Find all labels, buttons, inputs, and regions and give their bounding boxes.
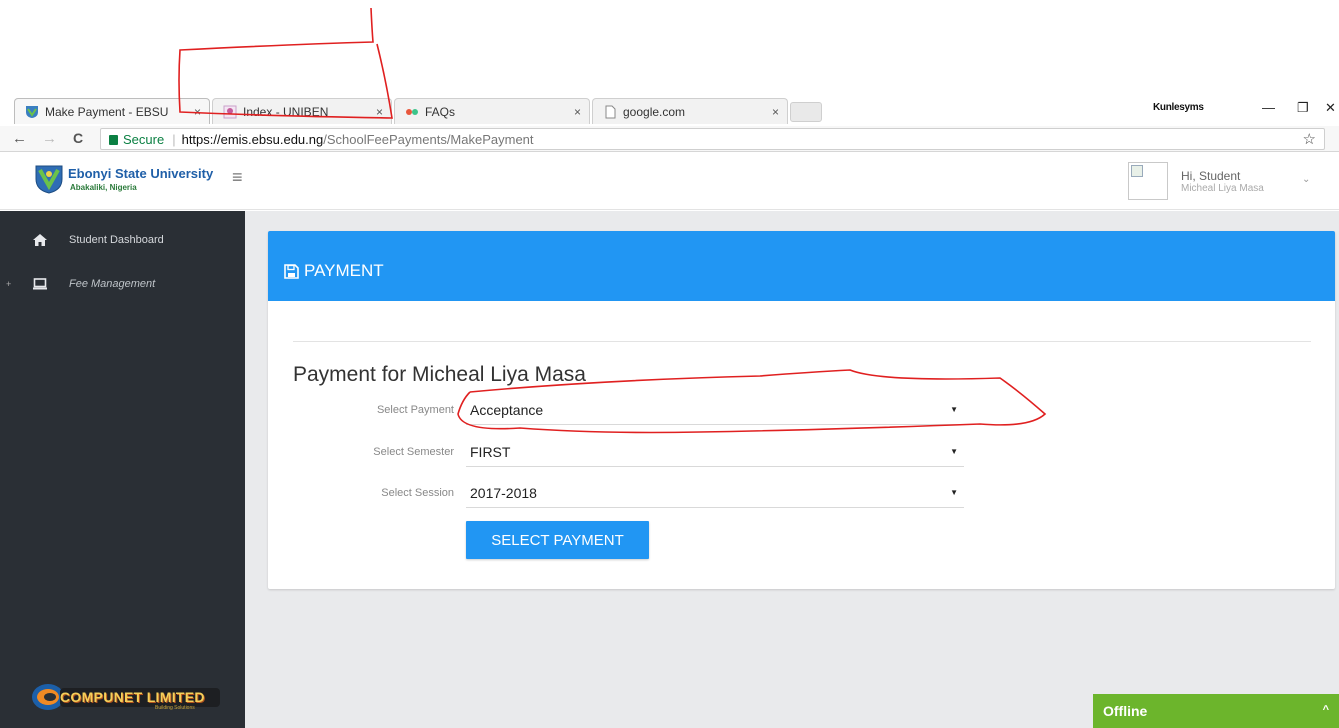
browser-tab-strip: Make Payment - EBSU × Index - UNIBEN × F… xyxy=(0,96,1339,126)
secure-label: Secure xyxy=(123,131,165,147)
select-semester-label: Select Semester xyxy=(373,446,454,458)
tab-close-icon[interactable]: × xyxy=(194,105,201,119)
profile-badge[interactable]: Kunlesyms xyxy=(1153,102,1204,113)
tab-label: Index - UNIBEN xyxy=(243,104,329,119)
offline-label: Offline xyxy=(1103,703,1148,719)
url-field[interactable]: Secure | https://emis.ebsu.edu.ng/School… xyxy=(100,128,1325,150)
compunet-logo-tagline: Building Solutions xyxy=(155,705,195,711)
select-payment-button[interactable]: SELECT PAYMENT xyxy=(466,521,649,559)
dots-icon xyxy=(406,108,418,115)
tab-label: google.com xyxy=(623,104,686,119)
restore-icon[interactable]: ❐ xyxy=(1297,100,1309,116)
bookmark-star-icon[interactable]: ☆ xyxy=(1303,130,1316,148)
page-icon xyxy=(605,105,616,118)
caret-down-icon: ▼ xyxy=(950,488,958,497)
reload-icon[interactable]: C xyxy=(73,130,83,146)
new-tab-button[interactable] xyxy=(790,102,822,122)
screen: Make Payment - EBSU × Index - UNIBEN × F… xyxy=(0,0,1339,728)
minimize-icon[interactable]: — xyxy=(1262,100,1275,115)
address-bar: ← → C Secure | https://emis.ebsu.edu.ng /… xyxy=(0,126,1339,152)
ebsu-shield-icon xyxy=(26,105,38,118)
payment-type-select[interactable]: Acceptance ▼ xyxy=(466,394,964,425)
tab-close-icon[interactable]: × xyxy=(574,105,581,119)
menu-icon[interactable]: ≡ xyxy=(232,167,243,188)
select-value: Acceptance xyxy=(470,402,544,418)
tab-google[interactable]: google.com × xyxy=(592,98,788,124)
app-header: Ebonyi State University Abakaliki, Niger… xyxy=(0,152,1339,210)
tab-uniben[interactable]: Index - UNIBEN × xyxy=(212,98,392,124)
payment-card: PAYMENT Payment for Micheal Liya Masa Se… xyxy=(268,231,1335,589)
select-session-label: Select Session xyxy=(381,487,454,499)
select-payment-label: Select Payment xyxy=(376,404,454,416)
select-value: FIRST xyxy=(470,444,511,460)
card-title-text: PAYMENT xyxy=(304,261,384,280)
user-name[interactable]: Micheal Liya Masa xyxy=(1181,183,1264,194)
tab-faqs[interactable]: FAQs × xyxy=(394,98,590,124)
chevron-down-icon[interactable]: ⌄ xyxy=(1302,174,1310,185)
caret-down-icon: ▼ xyxy=(950,447,958,456)
floppy-disk-icon xyxy=(284,263,299,279)
chevron-up-icon[interactable]: ^ xyxy=(1323,704,1329,716)
lock-icon xyxy=(109,135,118,145)
university-name: Ebonyi State University xyxy=(68,166,214,181)
broken-image-icon xyxy=(1131,165,1143,177)
sidebar-item-label: Student Dashboard xyxy=(69,234,164,246)
url-host: https://emis.ebsu.edu.ng xyxy=(181,131,324,147)
caret-down-icon: ▼ xyxy=(950,405,958,414)
compunet-logo-text: COMPUNET LIMITED xyxy=(60,689,205,705)
tab-label: Make Payment - EBSU xyxy=(45,104,169,119)
session-select[interactable]: 2017-2018 ▼ xyxy=(466,477,964,508)
card-title: PAYMENT xyxy=(284,261,384,281)
card-header: PAYMENT xyxy=(268,231,1335,301)
payment-heading: Payment for Micheal Liya Masa xyxy=(293,363,586,386)
back-icon[interactable]: ← xyxy=(12,130,27,147)
home-icon xyxy=(33,234,47,246)
user-greeting[interactable]: Hi, Student xyxy=(1181,169,1240,183)
sidebar-item-fee-management[interactable]: Fee Management xyxy=(0,269,245,299)
avatar[interactable] xyxy=(1128,162,1168,200)
laptop-icon xyxy=(33,278,47,290)
tab-close-icon[interactable]: × xyxy=(376,105,383,119)
sidebar-item-student-dashboard[interactable]: Student Dashboard xyxy=(0,225,245,255)
uniben-icon xyxy=(223,105,237,118)
select-value: 2017-2018 xyxy=(470,485,537,501)
tab-close-icon[interactable]: × xyxy=(772,105,779,119)
forward-icon[interactable]: → xyxy=(42,130,57,147)
url-path: /SchoolFeePayments/MakePayment xyxy=(323,131,534,147)
semester-select[interactable]: FIRST ▼ xyxy=(466,436,964,467)
tab-make-payment[interactable]: Make Payment - EBSU × xyxy=(14,98,210,124)
offline-chat-widget[interactable]: Offline ^ xyxy=(1093,694,1339,728)
main-content: PAYMENT Payment for Micheal Liya Masa Se… xyxy=(245,211,1339,728)
close-window-icon[interactable]: ✕ xyxy=(1325,100,1336,116)
sidebar-item-label: Fee Management xyxy=(69,278,156,290)
divider: | xyxy=(172,131,176,147)
university-location: Abakaliki, Nigeria xyxy=(70,183,137,192)
sidebar: Student Dashboard + Fee Management COMPU… xyxy=(0,211,245,728)
university-logo[interactable] xyxy=(34,164,64,194)
tab-label: FAQs xyxy=(425,104,456,119)
divider xyxy=(293,341,1311,342)
